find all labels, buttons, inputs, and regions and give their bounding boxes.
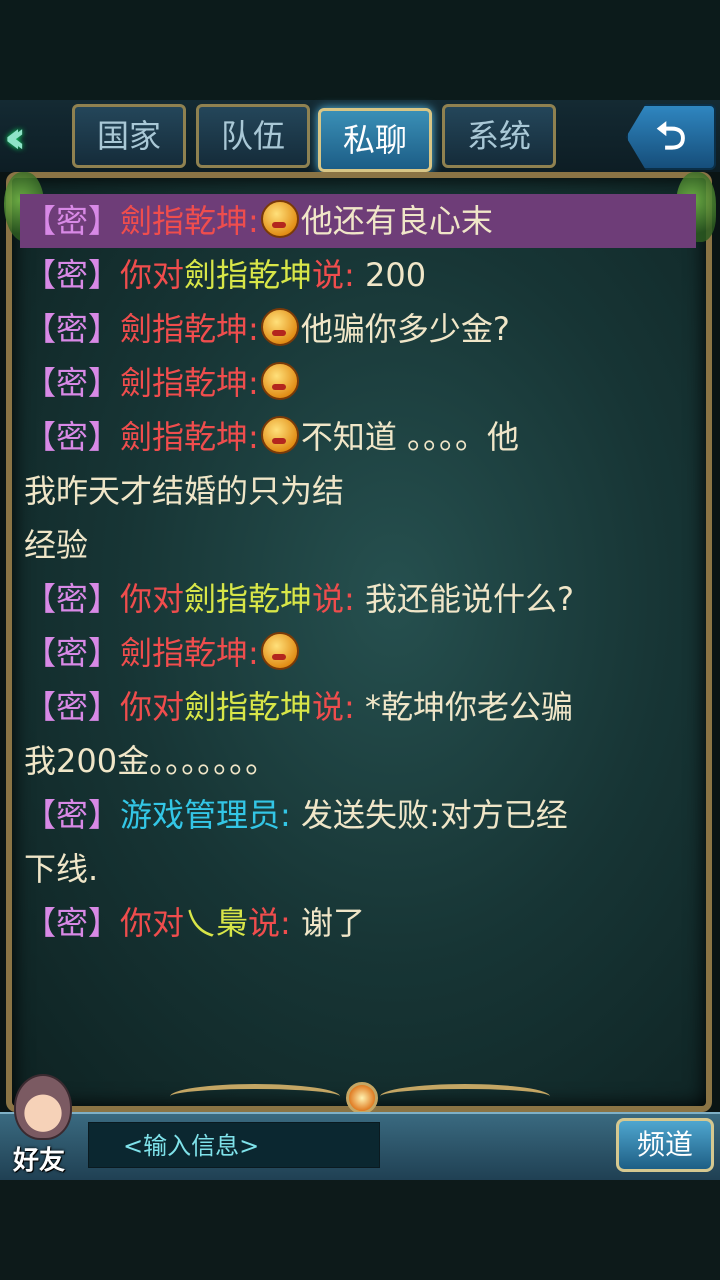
you-to-prefix: 你对 [120, 904, 185, 942]
private-tag: 【密】 [24, 418, 121, 456]
private-tag: 【密】 [24, 688, 121, 726]
friend-label: 好友 [12, 1146, 65, 1176]
target-name[interactable]: 劍指乾坤 [184, 580, 312, 618]
speaker-name[interactable]: 劍指乾坤: [120, 202, 259, 240]
message-text: 谢了 [290, 904, 366, 942]
said-suffix: 说: [312, 256, 355, 294]
chat-message: 【密】你对劍指乾坤说: 200 [24, 248, 696, 302]
chat-message: 【密】游戏管理员: 发送失败:对方已经下线. [24, 788, 696, 896]
double-chevron-left-icon[interactable]: ‹‹ [4, 116, 64, 160]
chat-message: 【密】你对劍指乾坤说: 我还能说什么? [24, 572, 696, 626]
private-tag: 【密】 [24, 634, 121, 672]
private-tag: 【密】 [24, 256, 121, 294]
private-tag: 【密】 [24, 580, 121, 618]
you-to-prefix: 你对 [120, 688, 185, 726]
ornament-wing-right [380, 1084, 550, 1109]
friend-button[interactable]: 好友 [6, 1074, 72, 1178]
message-input[interactable]: <输入信息> [88, 1122, 380, 1168]
message-text: 不知道 。。。。他 [300, 418, 519, 456]
message-text: 我还能说什么? [354, 580, 575, 618]
target-name[interactable]: 劍指乾坤 [184, 256, 312, 294]
tab-system[interactable]: 系统 [442, 104, 556, 168]
message-text: 发送失败:对方已经 [290, 796, 568, 834]
bottom-area [0, 1180, 720, 1280]
panel-ornament [170, 1074, 550, 1114]
target-name[interactable]: 劍指乾坤 [184, 688, 312, 726]
message-text: 他骗你多少金? [300, 310, 510, 348]
private-tag: 【密】 [24, 364, 121, 402]
chat-message: 【密】劍指乾坤: [24, 356, 696, 410]
smiley-face-icon [260, 200, 299, 238]
chat-message: 【密】劍指乾坤: 不知道 。。。。他我昨天才结婚的只为结 经验 [24, 410, 696, 572]
said-suffix: 说: [312, 688, 355, 726]
smiley-face-icon [260, 308, 299, 346]
tab-team[interactable]: 队伍 [196, 104, 310, 168]
you-to-prefix: 你对 [120, 580, 185, 618]
chat-message: 【密】你对劍指乾坤说: *乾坤你老公骗我200金。。。。。。。 [24, 680, 696, 788]
private-tag: 【密】 [24, 904, 121, 942]
target-name[interactable]: 乀梟 [184, 904, 248, 942]
private-tag: 【密】 [24, 310, 121, 348]
message-text: 200 [354, 256, 427, 294]
private-tag: 【密】 [24, 796, 121, 834]
message-text-line2: 我200金。。。。。。。 [24, 742, 278, 780]
message-text-line2: 下线. [24, 850, 99, 888]
speaker-name[interactable]: 劍指乾坤: [120, 634, 259, 672]
message-text: 他还有良心末 [300, 202, 493, 240]
smiley-face-icon [260, 632, 299, 670]
chat-message: 【密】劍指乾坤: 他骗你多少金? [24, 302, 696, 356]
said-suffix: 说: [248, 904, 291, 942]
chat-message: 【密】劍指乾坤: 他还有良心末 [20, 194, 696, 248]
admin-speaker-name[interactable]: 游戏管理员: [120, 796, 291, 834]
tab-private-chat[interactable]: 私聊 [318, 108, 432, 172]
status-area [0, 0, 720, 100]
smiley-face-icon [260, 362, 299, 400]
speaker-name[interactable]: 劍指乾坤: [120, 418, 259, 456]
ornament-gem-icon [346, 1082, 378, 1114]
chat-message-list[interactable]: 【密】劍指乾坤: 他还有良心末 【密】你对劍指乾坤说: 200 【密】劍指乾坤: 他… [20, 194, 696, 1074]
you-to-prefix: 你对 [120, 256, 185, 294]
smiley-face-icon [260, 416, 299, 454]
channel-button[interactable]: 频道 [616, 1118, 714, 1172]
avatar [14, 1074, 72, 1140]
message-text: *乾坤你老公骗 [354, 688, 574, 726]
message-text-line3: 经验 [24, 526, 89, 564]
speaker-name[interactable]: 劍指乾坤: [120, 364, 259, 402]
tab-country[interactable]: 国家 [72, 104, 186, 168]
ornament-wing-left [170, 1084, 340, 1109]
return-arrow-icon: ⮌ [655, 114, 687, 158]
said-suffix: 说: [312, 580, 355, 618]
private-tag: 【密】 [24, 202, 121, 240]
chat-message: 【密】你对乀梟说: 谢了 [24, 896, 696, 950]
chat-message: 【密】劍指乾坤: [24, 626, 696, 680]
message-text-line2: 我昨天才结婚的只为结 [24, 472, 345, 510]
speaker-name[interactable]: 劍指乾坤: [120, 310, 259, 348]
